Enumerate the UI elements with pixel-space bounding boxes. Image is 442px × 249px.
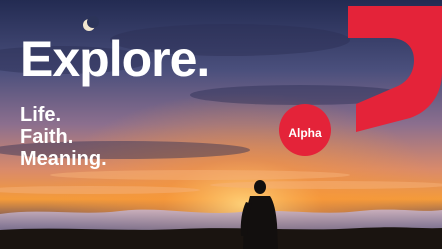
alpha-explore-banner: Explore. Life. Faith. Meaning. Alpha (0, 0, 442, 249)
headline: Explore. (20, 31, 210, 87)
tagline-faith: Faith. (20, 126, 74, 148)
alpha-logo-badge: Alpha (280, 108, 330, 158)
tagline-stack: Life. Faith. Meaning. (20, 104, 107, 170)
alpha-logo-text: Alpha (288, 126, 322, 140)
foreground-ground (0, 227, 442, 249)
tagline-life: Life. (20, 104, 62, 126)
tagline-meaning: Meaning. (20, 148, 107, 170)
